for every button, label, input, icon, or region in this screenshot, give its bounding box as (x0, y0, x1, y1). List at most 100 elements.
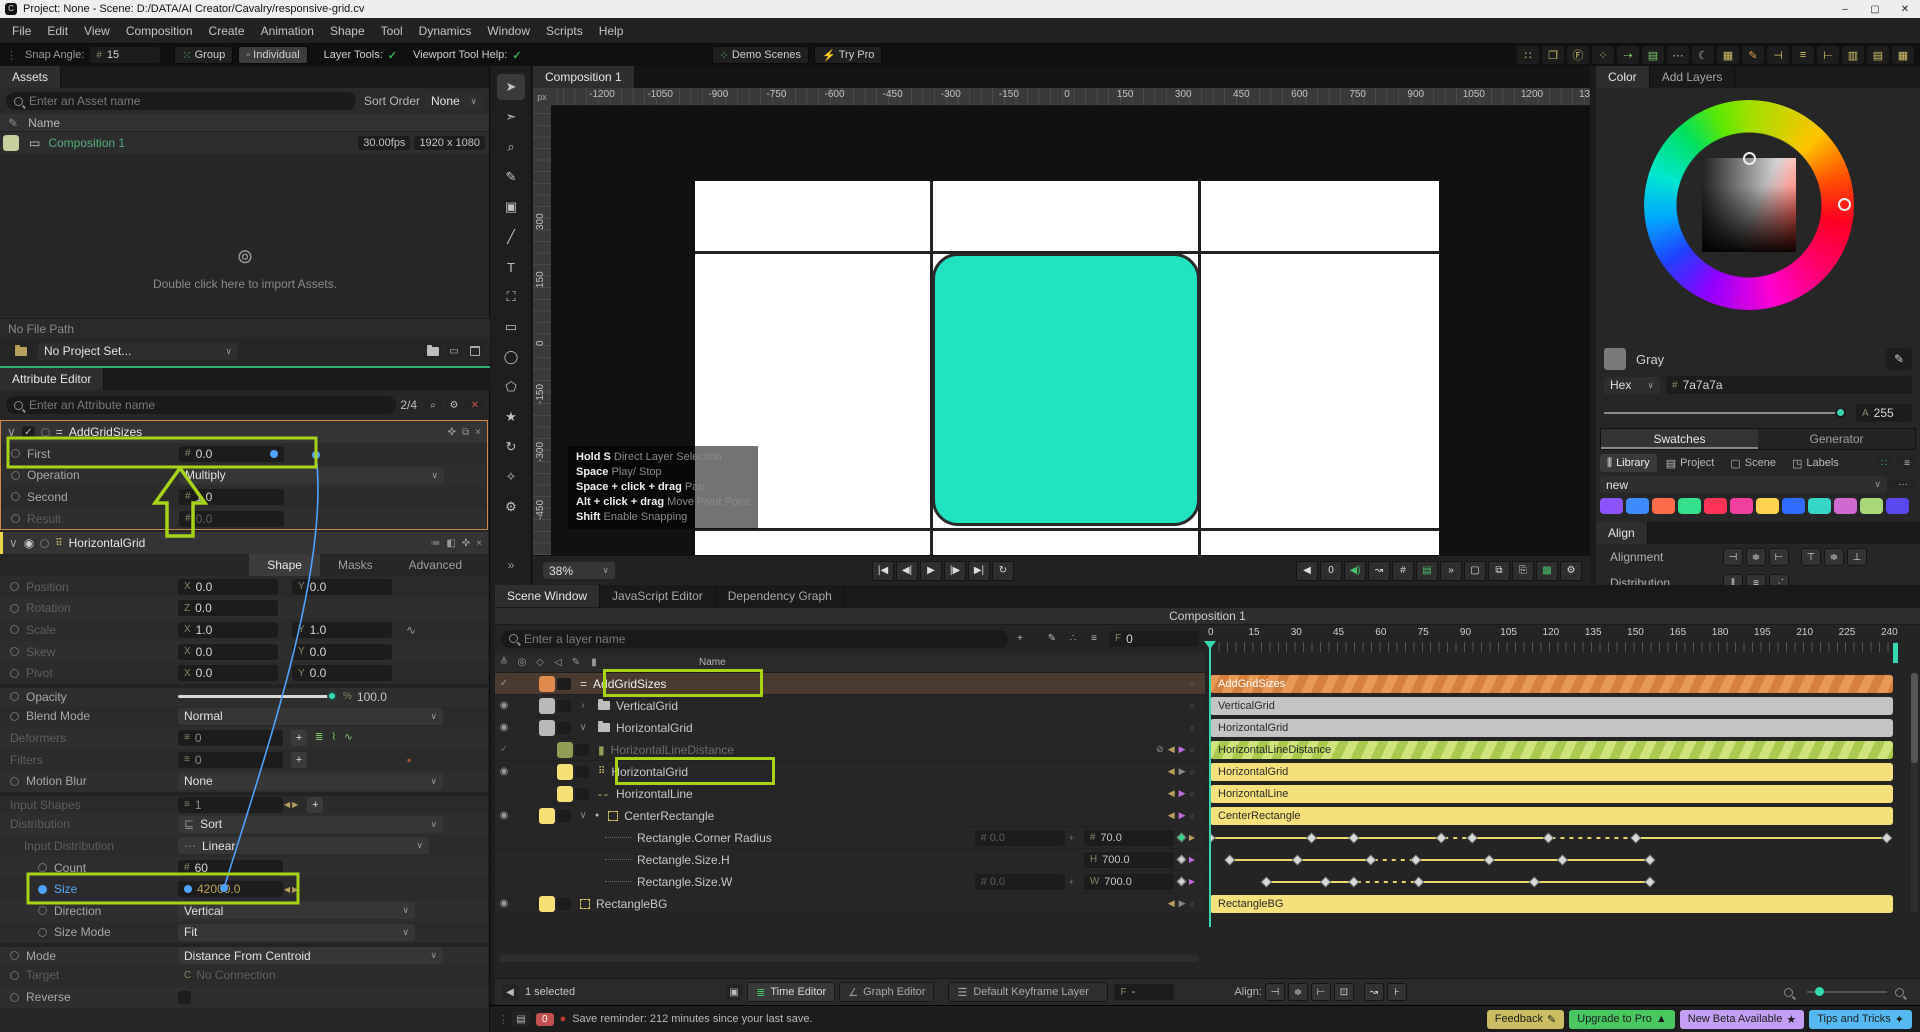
value-field[interactable]: X0.0 (178, 644, 278, 660)
ffwd-icon[interactable]: » (1440, 561, 1462, 581)
layer-color-swatch[interactable] (539, 698, 555, 714)
go-end-button[interactable]: ▶| (968, 561, 990, 581)
transform-tool[interactable]: ⛶ (497, 284, 525, 310)
keyframe-radio[interactable] (11, 492, 20, 501)
alpha-slider[interactable] (1604, 412, 1846, 414)
align-center-icon[interactable]: ≡ (1792, 46, 1814, 64)
grid-toggle-icon[interactable]: # (1392, 561, 1414, 581)
dropdown-input-distribution[interactable]: ⋯Linear∨ (178, 837, 429, 854)
shelf-icon[interactable]: ⌇ (331, 732, 336, 743)
sort-order-select[interactable]: None∨ (425, 93, 483, 110)
layer-row-verticalgrid[interactable]: ◉›VerticalGrid○ (495, 695, 1205, 717)
zoom-slider-handle[interactable] (1815, 987, 1824, 996)
keyframe-diamond[interactable] (1882, 833, 1892, 843)
expand-arrow-icon[interactable]: ▶ (1189, 855, 1195, 864)
dropdown-direction[interactable]: Vertical∨ (178, 902, 415, 919)
visibility-toggle[interactable]: ◉ (495, 766, 513, 777)
value-field[interactable]: Y0.0 (292, 579, 392, 595)
keyframe-diamond-icon[interactable] (1176, 855, 1186, 865)
menu-edit[interactable]: Edit (39, 24, 76, 38)
solo-chip[interactable] (557, 678, 571, 690)
value-field[interactable]: Y0.0 (292, 665, 392, 681)
to-value-field[interactable]: H700.0 (1084, 852, 1174, 868)
status-button-tips-and-tricks[interactable]: Tips and Tricks ✦ (1809, 1010, 1912, 1029)
add-button[interactable]: + (291, 752, 307, 768)
layers-icon[interactable]: ⧉ (1488, 561, 1510, 581)
layer-row-addgridsizes[interactable]: ✓=AddGridSizes○ (495, 673, 1205, 695)
to-value-field[interactable]: #70.0 (1084, 830, 1174, 846)
target-circle-icon[interactable]: ○ (1190, 789, 1195, 799)
layer-color-swatch[interactable] (557, 742, 573, 758)
dropdown-mode[interactable]: Distance From Centroid∨ (178, 947, 443, 964)
keyframe-radio[interactable] (38, 928, 47, 937)
footer-align-icon-2[interactable]: ⊢ (1311, 983, 1331, 1001)
more-tools-icon[interactable]: » (508, 558, 515, 572)
frame-back-icon[interactable]: ◀ (1296, 561, 1318, 581)
pin-icon[interactable]: ✜ (448, 427, 456, 438)
align-icon-1[interactable]: ≑ (1746, 548, 1766, 566)
solo-chip[interactable] (557, 722, 571, 734)
trace-arrow-icon[interactable]: ⇢ (1617, 46, 1639, 64)
increment-icon[interactable]: ▶ (292, 885, 298, 894)
footer-extra-icon-0[interactable]: ↝ (1364, 983, 1384, 1001)
curve-icon[interactable]: ↝ (1368, 561, 1390, 581)
keyframe-radio[interactable] (11, 449, 20, 458)
align-icon-5[interactable]: ⊥ (1847, 548, 1867, 566)
value-field[interactable]: Y0.0 (292, 644, 392, 660)
value-field[interactable]: X0.0 (178, 665, 278, 681)
next-icon[interactable]: ▶ (292, 800, 298, 809)
opacity-slider[interactable] (178, 695, 333, 698)
visibility-eye-icon[interactable]: ◉ (24, 536, 34, 550)
comp-color-swatch[interactable] (3, 135, 19, 151)
color-swatch[interactable] (1600, 498, 1623, 514)
align-icon-4[interactable]: ≑ (1824, 548, 1844, 566)
time-editor-button[interactable]: ≣ Time Editor (747, 982, 835, 1002)
slider-handle[interactable] (327, 691, 337, 701)
tab-swatches[interactable]: Swatches (1601, 429, 1758, 449)
color-swatch[interactable] (1834, 498, 1857, 514)
filter-settings-icon[interactable]: ⚙ (445, 397, 463, 413)
pin-icon[interactable]: ✜ (462, 538, 470, 549)
align-icon-3[interactable]: ⊤ (1801, 548, 1821, 566)
saturation-value-box[interactable] (1702, 158, 1796, 252)
keyframe-radio[interactable] (10, 647, 19, 656)
zoom-select[interactable]: 38%∨ (543, 562, 615, 579)
tab-advanced[interactable]: Advanced (391, 554, 480, 576)
layer-row-horizontalgrid[interactable]: ◉⠿HorizontalGrid◀▶○ (495, 761, 1205, 783)
keyframe-diamond-icon[interactable] (1176, 833, 1186, 843)
target-circle-icon[interactable]: ○ (1190, 767, 1195, 777)
tab-dependency-graph[interactable]: Dependency Graph (716, 585, 845, 607)
attribute-search-input[interactable]: Enter an Attribute name (6, 396, 396, 414)
solo-chip[interactable] (557, 810, 571, 822)
viewport-canvas[interactable]: Viewport Quality: High Hold S Direct Lay… (551, 106, 1590, 555)
camera-tool[interactable]: ▣ (497, 194, 525, 220)
in-marker-icon[interactable]: ◀ (1168, 788, 1175, 799)
keyframe-radio[interactable] (10, 669, 19, 678)
tab-attribute-editor[interactable]: Attribute Editor (0, 368, 104, 390)
columns-icon[interactable]: ▥ (1842, 46, 1864, 64)
shelf-icon[interactable]: ∿ (344, 732, 352, 743)
panel-mode-icon[interactable]: ▣ (725, 984, 743, 1000)
to-value-field[interactable]: W700.0 (1084, 874, 1174, 890)
keyframe-radio[interactable] (38, 885, 47, 894)
reverse-checkbox[interactable] (178, 991, 191, 1004)
grid-dots-icon[interactable]: ∷ (1517, 46, 1539, 64)
tab-composition-1[interactable]: Composition 1 (533, 66, 635, 88)
gear-icon[interactable]: ⚙ (1560, 561, 1582, 581)
out-marker-icon[interactable]: ▶ (1179, 788, 1186, 799)
pen-tool[interactable]: ✎ (497, 164, 525, 190)
split-icon[interactable]: ⧉ (462, 427, 469, 438)
menu-window[interactable]: Window (479, 24, 538, 38)
palette-select[interactable]: new∨ (1600, 476, 1887, 493)
value-field[interactable]: X0.0 (178, 579, 278, 595)
layer-color-swatch[interactable] (557, 764, 573, 780)
scatter-icon[interactable]: ⁘ (1592, 46, 1614, 64)
lib-tab-library[interactable]: ⫼Library (1600, 454, 1657, 472)
layer-row-rectangle-size-w[interactable]: Rectangle.Size.W# 0.0+W700.0▶ (495, 871, 1205, 893)
expand-arrow-icon[interactable]: ▶ (1189, 877, 1195, 886)
count-field[interactable]: ≡0 (178, 730, 283, 746)
viewport-help-check-icon[interactable]: ✓ (512, 49, 521, 62)
ellipse-tool[interactable]: ◯ (497, 344, 525, 370)
bounds-icon[interactable]: ▢ (1464, 561, 1486, 581)
link-scale-icon[interactable]: ∿ (406, 623, 416, 637)
